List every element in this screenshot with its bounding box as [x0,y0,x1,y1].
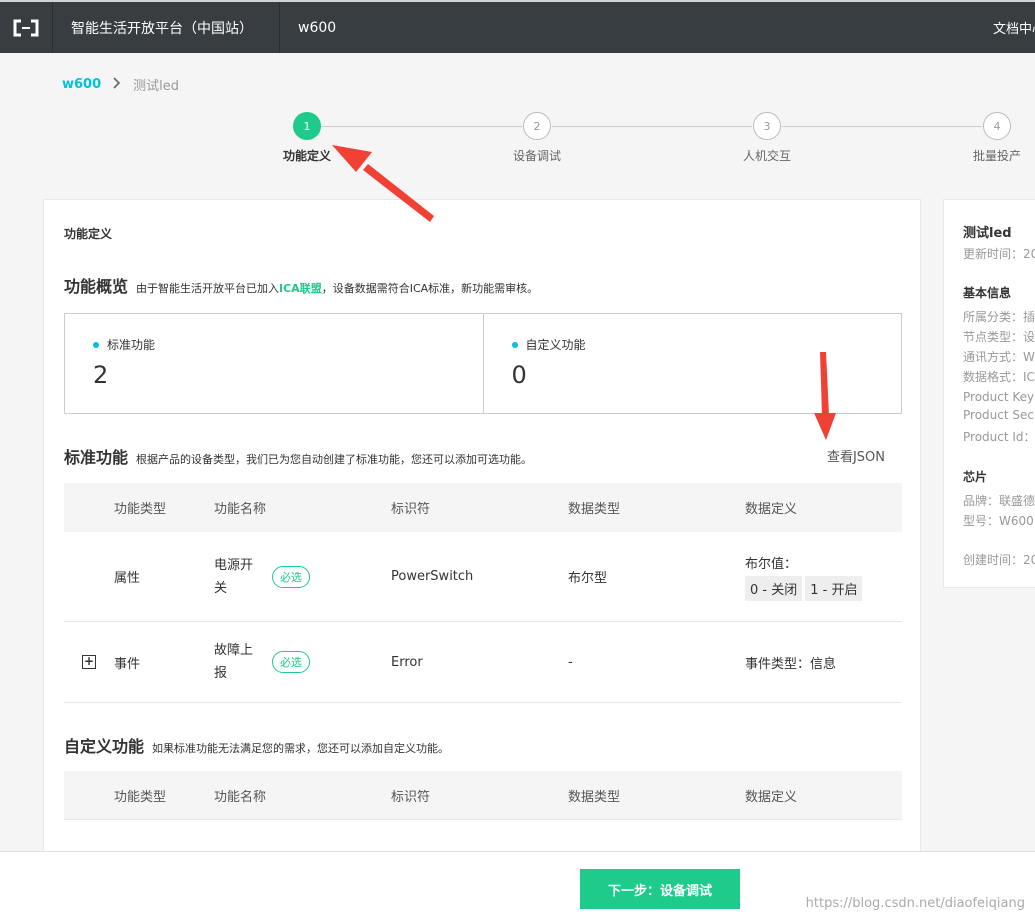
custom-desc: 如果标准功能无法满足您的需求，您还可以添加自定义功能。 [152,742,450,755]
custom-count-card: 自定义功能 0 [482,314,902,413]
standard-title: 标准功能 [64,448,129,467]
feature-name-cell: 故障上报 必选 [214,639,391,685]
bullet-icon [511,341,518,348]
col-header: 功能类型 [114,502,167,517]
step-1[interactable]: 1 功能定义 [267,112,347,164]
standard-features-table: 功能类型 功能名称 标识符 数据类型 数据定义 属性 电源开关 必选 Power… [64,483,902,703]
sidebar-network: 通讯方式：WiFi [963,350,1035,364]
feature-name-cell: 电源开关 必选 [214,554,391,600]
custom-title: 自定义功能 [64,737,145,756]
step-connector [552,126,752,127]
sidebar-basic-title: 基本信息 [963,286,1012,300]
feature-name: 电源开关 [214,557,254,596]
platform-name[interactable]: 智能生活开放平台（中国站） [53,2,280,53]
chevron-right-icon [113,77,121,92]
overview-title: 功能概览 [64,277,129,296]
expand-plus-icon[interactable]: + [82,655,96,669]
feature-definition-panel: 功能定义 功能概览 由于智能生活开放平台已加入ICA联盟，设备数据需符合ICA标… [43,199,921,859]
required-badge: 必选 [272,565,310,588]
step-number: 2 [523,112,551,140]
step-4[interactable]: 4 批量投产 [957,112,1035,164]
col-header: 功能名称 [214,502,267,517]
step-2[interactable]: 2 设备调试 [497,112,577,164]
feature-name: 故障上报 [214,643,254,681]
required-badge: 必选 [272,651,310,673]
feature-type: 事件 [114,656,141,672]
watermark-text: https://blog.csdn.net/diaofeiqiang [805,896,1025,911]
table-row: 属性 电源开关 必选 PowerSwitch 布尔型 布尔值： 0 - 关闭 1 … [64,532,902,622]
feature-data-def: 布尔值： 0 - 关闭 1 - 开启 [745,553,902,601]
step-label: 设备调试 [512,149,561,163]
sidebar-created: 创建时间：2019 [963,553,1035,567]
overview-summary: 标准功能 2 自定义功能 0 [64,313,902,414]
standard-header: 标准功能 根据产品的设备类型，我们已为您自动创建了标准功能，您还可以添加可选功能… [64,444,532,468]
sidebar-product-name: 测试led [963,226,1012,241]
col-header: 标识符 [391,502,431,517]
col-header: 标识符 [391,789,431,805]
col-header: 数据定义 [745,789,798,805]
view-json-link[interactable]: 查看JSON [827,446,885,465]
step-connector [782,126,982,127]
enum-chip: 1 - 开启 [805,575,863,601]
step-label: 人机交互 [742,149,791,163]
breadcrumb: w600 测试led [62,75,179,94]
feature-data-type: 布尔型 [568,571,608,586]
overview-header: 功能概览 由于智能生活开放平台已加入ICA联盟，设备数据需符合ICA标准，新功能… [64,273,538,297]
top-navbar: 智能生活开放平台（中国站） w600 文档中心 [0,0,1035,53]
feature-identifier: PowerSwitch [391,569,474,584]
product-switcher[interactable]: w600 [280,20,336,36]
sidebar-brand: 品牌：联盛德 [963,494,1035,508]
sidebar-data-format: 数据格式：ICA [963,370,1035,384]
col-header: 数据类型 [568,789,621,805]
standard-count-label: 标准功能 [107,338,156,352]
panel-title: 功能定义 [64,227,113,241]
product-info-sidebar: 测试led 更新时间：2019 基本信息 所属分类：插座 节点类型：设备 通讯方… [943,199,1035,588]
col-header: 数据定义 [745,502,798,517]
step-number: 1 [293,112,321,140]
logo-icon[interactable] [0,2,53,53]
step-label: 功能定义 [282,149,331,163]
standard-count-value: 2 [93,361,109,389]
custom-count-value: 0 [511,361,527,389]
sidebar-product-id: Product Id：7 [963,430,1035,444]
sidebar-node-type: 节点类型：设备 [963,330,1035,344]
bullet-icon [93,341,99,348]
sidebar-chip-title: 芯片 [963,470,988,484]
col-header: 功能名称 [214,789,267,805]
step-label: 批量投产 [972,149,1021,163]
ica-alliance-link[interactable]: ICA联盟 [279,282,322,295]
sidebar-model: 型号：W600 [963,514,1034,528]
progress-steps: 1 功能定义 2 设备调试 3 人机交互 4 批量投产 [0,112,1035,172]
next-step-button[interactable]: 下一步：设备调试 [580,869,740,909]
sidebar-updated: 更新时间：2019 [963,247,1035,261]
table-header: 功能类型 功能名称 标识符 数据类型 数据定义 [64,771,902,820]
standard-count-card: 标准功能 2 [65,314,483,413]
step-3[interactable]: 3 人机交互 [727,112,807,164]
col-header: 功能类型 [114,789,167,805]
custom-features-table: 功能类型 功能名称 标识符 数据类型 数据定义 [64,771,902,820]
standard-desc: 根据产品的设备类型，我们已为您自动创建了标准功能，您还可以添加可选功能。 [136,453,533,466]
docs-link[interactable]: 文档中心 [993,2,1035,53]
custom-count-label: 自定义功能 [525,338,586,352]
feature-data-def: 事件类型：信息 [745,656,837,672]
sidebar-category: 所属分类：插座 [963,310,1035,324]
col-header: 数据类型 [568,502,621,517]
breadcrumb-current: 测试led [133,79,180,94]
sidebar-product-secret: Product Secret [963,408,1035,422]
feature-identifier: Error [391,654,423,670]
enum-chip: 0 - 关闭 [745,575,803,601]
feature-type: 属性 [114,571,141,586]
footer-bar: 下一步：设备调试 https://blog.csdn.net/diaofeiqi… [0,851,1035,922]
step-number: 4 [983,112,1011,140]
table-row: + 事件 故障上报 必选 Error - 事件类型：信息 [64,622,902,703]
step-connector [322,126,522,127]
custom-header: 自定义功能 如果标准功能无法满足您的需求，您还可以添加自定义功能。 [64,733,449,757]
sidebar-product-key: Product Key： [963,390,1035,404]
breadcrumb-root-link[interactable]: w600 [62,77,101,92]
step-number: 3 [753,112,781,140]
feature-data-type: - [568,654,573,670]
table-header: 功能类型 功能名称 标识符 数据类型 数据定义 [64,483,902,532]
overview-desc: 由于智能生活开放平台已加入ICA联盟，设备数据需符合ICA标准，新功能需审核。 [136,282,539,295]
